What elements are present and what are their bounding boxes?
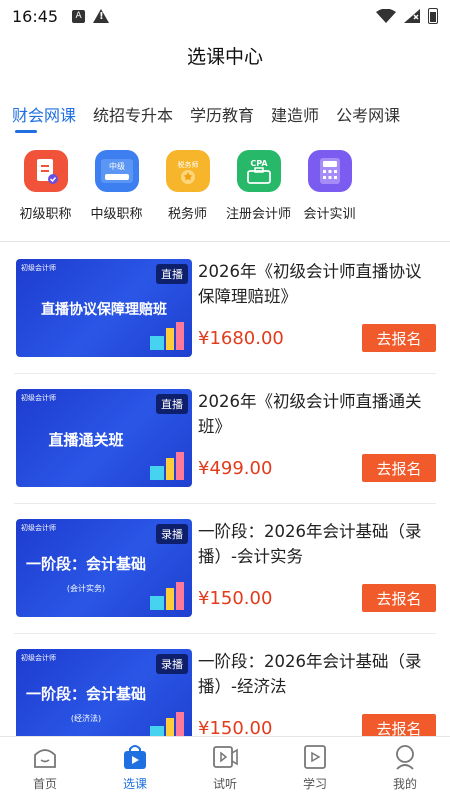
cpa-briefcase-icon: CPA bbox=[236, 150, 281, 192]
thumb-subtitle: (经济法) bbox=[70, 714, 102, 723]
profile-icon bbox=[396, 745, 414, 770]
middle-level-card-icon: 中级 bbox=[94, 150, 139, 192]
recorded-tag: 录播 bbox=[156, 654, 188, 674]
nav-profile[interactable]: 我的 bbox=[360, 737, 450, 800]
thumb-brand: 初级会计师 bbox=[21, 264, 56, 272]
thumb-headline: 直播协议保障理赔班 bbox=[41, 302, 167, 318]
active-tab-indicator bbox=[15, 130, 37, 133]
course-price: ¥150.00 bbox=[198, 588, 273, 609]
course-title: 2026年《初级会计师直播通关班》 bbox=[198, 392, 422, 436]
thumb-illustration-icon bbox=[150, 452, 184, 480]
home-icon bbox=[34, 749, 56, 768]
thumb-illustration-icon bbox=[150, 582, 184, 610]
live-tag: 直播 bbox=[156, 264, 188, 284]
enroll-button[interactable]: 去报名 bbox=[362, 324, 436, 352]
live-tag: 直播 bbox=[156, 394, 188, 414]
tax-icon-text: 税务师 bbox=[177, 160, 198, 169]
subcat-label: 中级职称 bbox=[90, 207, 143, 222]
enroll-button[interactable]: 去报名 bbox=[362, 454, 436, 482]
course-thumbnail: 初级会计师 录播 一阶段：会计基础 (经济法) bbox=[16, 649, 192, 736]
enroll-button[interactable]: 去报名 bbox=[362, 584, 436, 612]
thumb-headline: 一阶段：会计基础 bbox=[25, 685, 146, 703]
status-notifications: A bbox=[72, 9, 110, 23]
course-list[interactable]: 初级会计师 直播 直播协议保障理赔班 2026年《初级会计师直播协议保障理赔班》… bbox=[0, 244, 450, 736]
course-card[interactable]: 初级会计师 直播 直播通关班 2026年《初级会计师直播通关班》 ¥499.00… bbox=[14, 374, 436, 504]
subcat-label: 税务师 bbox=[167, 207, 207, 222]
document-check-icon bbox=[23, 150, 68, 192]
recorded-tag: 录播 bbox=[156, 524, 188, 544]
thumb-illustration-icon bbox=[150, 322, 184, 350]
course-card[interactable]: 初级会计师 录播 一阶段：会计基础 (经济法) 一阶段：2026年会计基础（录播… bbox=[14, 634, 436, 736]
shopping-bag-icon bbox=[124, 745, 146, 769]
nav-label: 我的 bbox=[392, 777, 417, 791]
thumb-headline: 直播通关班 bbox=[48, 431, 124, 449]
subcat-label: 初级职称 bbox=[19, 207, 72, 222]
tax-badge-icon: 税务师 bbox=[165, 150, 210, 192]
course-title: 一阶段：2026年会计基础（录播）-会计实务 bbox=[198, 522, 422, 566]
battery-icon bbox=[428, 8, 438, 24]
middle-level-icon-text: 中级 bbox=[109, 161, 125, 171]
subcat-intermediate-title[interactable]: 中级 中级职称 bbox=[81, 150, 152, 222]
nav-label: 学习 bbox=[302, 777, 327, 791]
subcat-accounting-practice[interactable]: 会计实训 bbox=[294, 150, 365, 222]
wifi-icon bbox=[376, 9, 396, 23]
thumb-headline: 一阶段：会计基础 bbox=[25, 555, 146, 573]
bottom-nav: 首页 选课 试听 学习 我的 bbox=[0, 736, 450, 800]
status-time: 16:45 bbox=[12, 6, 59, 26]
tab-civil-service[interactable]: 公考网课 bbox=[336, 102, 400, 126]
tab-constructor[interactable]: 建造师 bbox=[271, 102, 319, 126]
calculator-icon bbox=[307, 150, 352, 192]
course-card[interactable]: 初级会计师 直播 直播协议保障理赔班 2026年《初级会计师直播协议保障理赔班》… bbox=[14, 244, 436, 374]
course-price: ¥150.00 bbox=[198, 718, 273, 736]
subcat-cpa[interactable]: CPA 注册会计师 bbox=[223, 150, 294, 222]
subcat-junior-title[interactable]: 初级职称 bbox=[10, 150, 81, 222]
notification-a-icon: A bbox=[72, 9, 86, 23]
thumb-subtitle: (会计实务) bbox=[66, 584, 106, 593]
thumb-illustration-icon bbox=[150, 712, 184, 736]
subcat-label: 会计实训 bbox=[303, 207, 356, 222]
section-divider bbox=[0, 241, 450, 242]
thumb-brand: 初级会计师 bbox=[21, 654, 56, 662]
nav-label: 试听 bbox=[212, 777, 237, 791]
course-thumbnail: 初级会计师 直播 直播协议保障理赔班 bbox=[16, 259, 192, 357]
tab-degree-education[interactable]: 学历教育 bbox=[190, 102, 254, 126]
course-price: ¥499.00 bbox=[198, 458, 273, 479]
subcategory-grid: 初级职称 中级 中级职称 税务师 税务师 CPA 注册会计师 会计实训 bbox=[0, 150, 450, 222]
category-tabs: 财会网课 统招专升本 学历教育 建造师 公考网课 bbox=[0, 102, 450, 126]
nav-audition[interactable]: 试听 bbox=[180, 737, 270, 800]
page-title: 选课中心 bbox=[186, 46, 263, 68]
video-play-icon bbox=[213, 746, 238, 768]
nav-label: 选课 bbox=[122, 777, 147, 791]
course-title: 一阶段：2026年会计基础（录播）-经济法 bbox=[198, 652, 422, 696]
status-system-icons bbox=[376, 8, 438, 24]
course-title: 2026年《初级会计师直播协议保障理赔班》 bbox=[198, 262, 422, 306]
course-thumbnail: 初级会计师 直播 直播通关班 bbox=[16, 389, 192, 487]
nav-course-selection[interactable]: 选课 bbox=[90, 737, 180, 800]
signal-icon bbox=[404, 9, 420, 23]
enroll-button[interactable]: 去报名 bbox=[362, 714, 436, 736]
tab-college-upgrade[interactable]: 统招专升本 bbox=[93, 102, 173, 126]
cpa-icon-text: CPA bbox=[250, 159, 268, 168]
course-thumbnail: 初级会计师 录播 一阶段：会计基础 (会计实务) bbox=[16, 519, 192, 617]
nav-study[interactable]: 学习 bbox=[270, 737, 360, 800]
tab-finance-accounting[interactable]: 财会网课 bbox=[12, 102, 76, 126]
nav-home[interactable]: 首页 bbox=[0, 737, 90, 800]
warning-icon bbox=[93, 9, 110, 23]
study-play-icon bbox=[304, 745, 326, 769]
course-card[interactable]: 初级会计师 录播 一阶段：会计基础 (会计实务) 一阶段：2026年会计基础（录… bbox=[14, 504, 436, 634]
status-bar: 16:45 A bbox=[0, 0, 450, 32]
thumb-brand: 初级会计师 bbox=[21, 394, 56, 402]
subcat-tax-agent[interactable]: 税务师 税务师 bbox=[152, 150, 223, 222]
nav-label: 首页 bbox=[32, 777, 57, 791]
course-price: ¥1680.00 bbox=[198, 328, 284, 349]
thumb-brand: 初级会计师 bbox=[21, 524, 56, 532]
subcat-label: 注册会计师 bbox=[225, 207, 291, 222]
